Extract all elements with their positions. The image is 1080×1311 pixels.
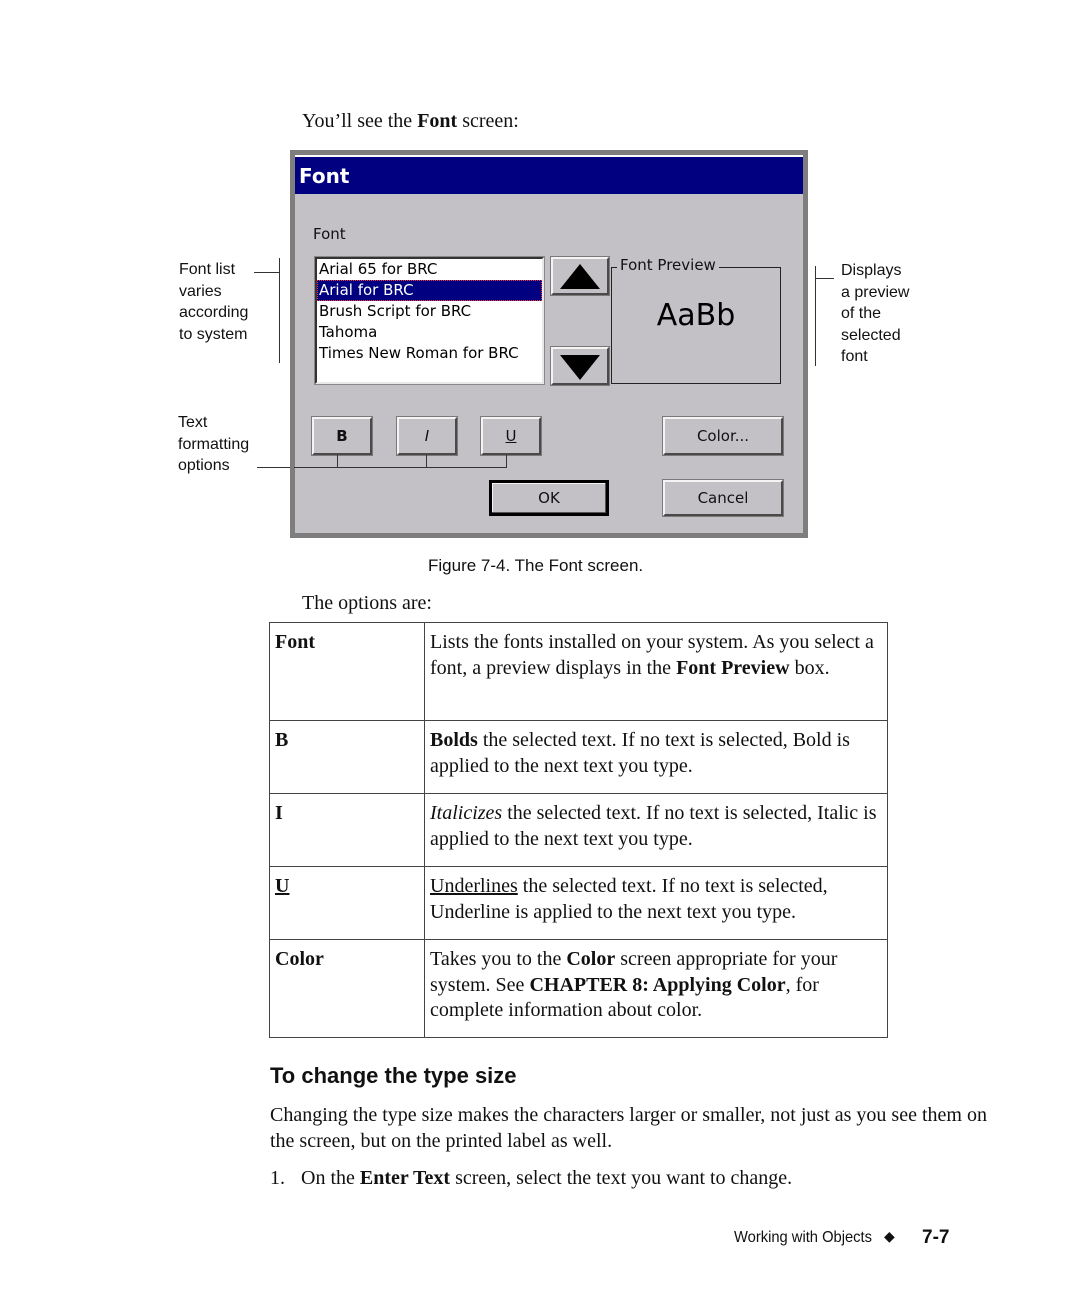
step-prefix: On the bbox=[301, 1167, 360, 1189]
options-table-row: Font Lists the fonts installed on your sy… bbox=[269, 622, 888, 721]
step-bold: Enter Text bbox=[359, 1167, 451, 1189]
callout-preview: Displays a preview of the selected font bbox=[841, 260, 909, 368]
font-list-item[interactable]: Tahoma bbox=[317, 322, 542, 343]
color-button[interactable]: Color... bbox=[662, 416, 784, 456]
footer-section-title: Working with Objects bbox=[734, 1229, 872, 1246]
option-term: Font bbox=[269, 622, 425, 721]
callout-connector-tick bbox=[506, 455, 507, 467]
scroll-down-button[interactable] bbox=[550, 346, 610, 386]
font-list-item[interactable]: Arial 65 for BRC bbox=[317, 259, 542, 280]
option-term-text: Font bbox=[275, 631, 315, 653]
options-table-row: I Italicizes the selected text. If no tex… bbox=[269, 793, 888, 867]
option-term: U bbox=[269, 866, 425, 940]
font-list-item[interactable]: Brush Script for BRC bbox=[317, 301, 542, 322]
scroll-up-button[interactable] bbox=[550, 256, 610, 296]
option-term: B bbox=[269, 720, 425, 794]
options-table: Font Lists the fonts installed on your sy… bbox=[269, 622, 888, 1038]
callout-line-text: Text bbox=[178, 414, 208, 431]
callout-line-text: to system bbox=[179, 325, 248, 343]
font-listbox[interactable]: Arial 65 for BRC Arial for BRC Brush Scr… bbox=[314, 256, 545, 385]
option-description: Underlines the selected text. If no text… bbox=[424, 866, 888, 940]
option-term: Color bbox=[269, 939, 425, 1038]
italic-button[interactable]: I bbox=[396, 416, 458, 456]
ok-button[interactable]: OK bbox=[489, 480, 609, 516]
callout-leader-line bbox=[254, 272, 279, 273]
options-table-row: Color Takes you to the Color screen appro… bbox=[269, 939, 888, 1038]
option-term: I bbox=[269, 793, 425, 867]
description-segment: box. bbox=[789, 656, 830, 679]
callout-line-text: according bbox=[179, 304, 249, 321]
description-segment: CHAPTER 8: Applying Color bbox=[529, 973, 786, 996]
option-description: Lists the fonts installed on your system… bbox=[424, 622, 888, 721]
font-preview-label: Font Preview bbox=[617, 256, 719, 274]
callout-line-text: formatting bbox=[178, 435, 250, 453]
callout-line-text: Font list bbox=[179, 261, 236, 278]
callout-line-text: of the bbox=[841, 305, 882, 322]
description-segment: Underlines bbox=[430, 875, 518, 897]
step-number: 1. bbox=[270, 1167, 285, 1189]
font-list-item-selected[interactable]: Arial for BRC bbox=[317, 280, 542, 301]
options-intro: The options are: bbox=[302, 592, 432, 614]
triangle-down-icon bbox=[560, 355, 600, 380]
step-suffix: screen, select the text you want to chan… bbox=[450, 1167, 793, 1189]
font-list-label: Font bbox=[313, 225, 346, 243]
underline-button[interactable]: U bbox=[480, 416, 542, 456]
description-segment: Color bbox=[566, 948, 616, 970]
description-segment: Bolds bbox=[430, 729, 478, 751]
callout-font-list: Font list varies according to system bbox=[179, 259, 248, 345]
callout-line-text: a preview bbox=[841, 283, 910, 301]
description-segment: Font Preview bbox=[676, 656, 790, 679]
bold-button[interactable]: B bbox=[311, 416, 373, 456]
options-table-row: B Bolds the selected text. If no text is … bbox=[269, 720, 888, 794]
callout-line-text: Displays bbox=[841, 262, 902, 279]
page-number: 7-7 bbox=[922, 1227, 950, 1248]
description-segment: Takes you to the bbox=[430, 948, 567, 970]
callout-connector-tick bbox=[426, 455, 427, 467]
option-term-text: I bbox=[275, 802, 283, 824]
font-list-item[interactable]: Times New Roman for BRC bbox=[317, 343, 542, 364]
callout-connector-tick bbox=[337, 455, 338, 467]
option-description: Bolds the selected text. If no text is s… bbox=[424, 720, 888, 794]
triangle-up-icon bbox=[560, 264, 600, 289]
callout-text-formatting: Text formatting options bbox=[178, 412, 249, 477]
figure-caption: Figure 7-4. The Font screen. bbox=[428, 556, 644, 575]
option-term-text: B bbox=[275, 729, 289, 751]
dialog-title-bar: Font bbox=[295, 155, 803, 194]
description-segment: Italicizes bbox=[430, 802, 503, 824]
option-term-text: Color bbox=[275, 948, 324, 970]
option-term-text: U bbox=[275, 875, 290, 897]
font-preview-box: Font Preview AaBb bbox=[611, 256, 781, 384]
description-segment: the selected text. If no text is selecte… bbox=[430, 729, 850, 777]
callout-leader-line bbox=[815, 278, 834, 279]
callout-bracket-line bbox=[815, 266, 816, 366]
callout-line-text: selected bbox=[841, 326, 901, 344]
callout-line-text: font bbox=[841, 348, 868, 365]
section-paragraph: Changing the type size makes the charact… bbox=[270, 1104, 987, 1152]
option-description: Takes you to the Color screen appropriat… bbox=[424, 939, 888, 1038]
intro-suffix: screen: bbox=[457, 110, 519, 132]
step-item: 1. On the Enter Text screen, select the t… bbox=[270, 1167, 792, 1190]
diamond-icon: ◆ bbox=[884, 1229, 895, 1245]
options-table-row: U Underlines the selected text. If no tex… bbox=[269, 866, 888, 940]
callout-connector-line bbox=[294, 467, 507, 468]
intro-prefix: You’ll see the bbox=[302, 110, 418, 132]
callout-line-text: options bbox=[178, 457, 230, 474]
callout-line-text: varies bbox=[179, 282, 222, 300]
option-description: Italicizes the selected text. If no text… bbox=[424, 793, 888, 867]
section-heading: To change the type size bbox=[270, 1063, 517, 1088]
font-dialog: Font Font Arial 65 for BRC Arial for BRC… bbox=[290, 150, 808, 538]
font-preview-sample: AaBb bbox=[656, 298, 736, 333]
intro-bold: Font bbox=[417, 110, 458, 132]
intro-text: You’ll see the Font screen: bbox=[302, 110, 519, 133]
cancel-button[interactable]: Cancel bbox=[662, 479, 784, 517]
callout-bracket-line bbox=[279, 258, 280, 363]
